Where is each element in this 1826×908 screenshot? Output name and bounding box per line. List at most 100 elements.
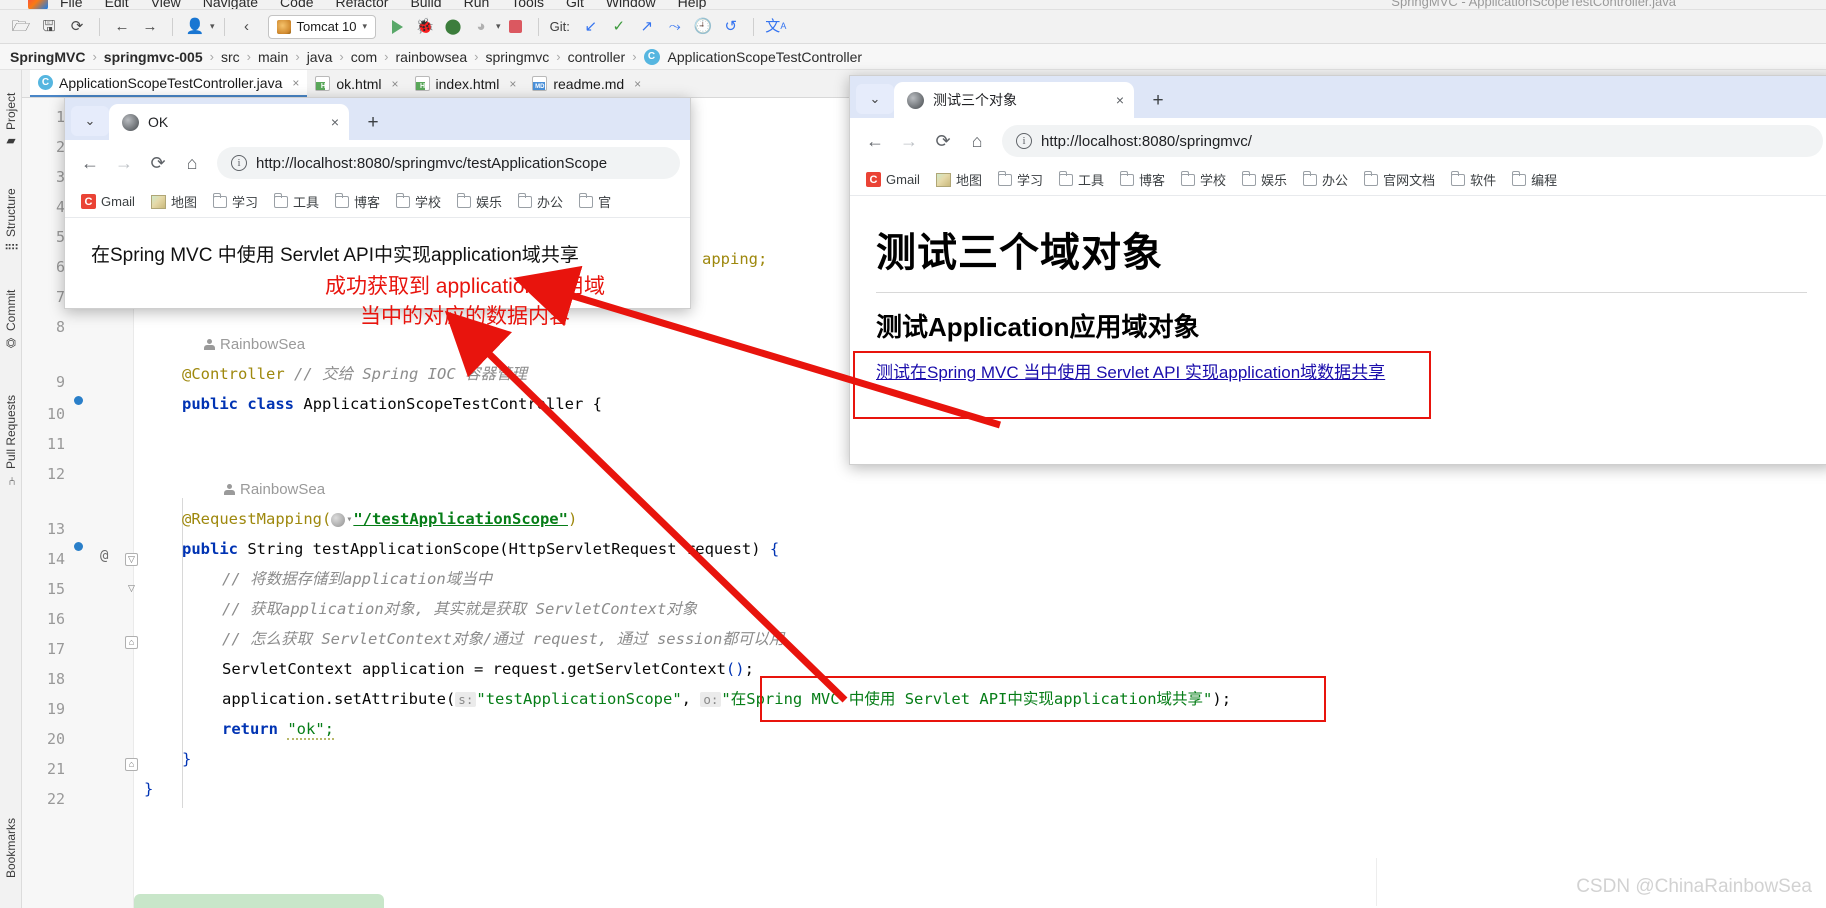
sidebar-item-project[interactable]: ▰ Project	[0, 78, 22, 164]
breadcrumb-item-main[interactable]: main	[258, 49, 288, 65]
editor-tab-ok-html[interactable]: H ok.html ×	[307, 70, 406, 97]
git-rollback-icon[interactable]: ↺	[718, 14, 744, 40]
translate-icon[interactable]: 文A	[763, 14, 789, 40]
run-configuration-selector[interactable]: Tomcat 10 ▾	[267, 14, 377, 39]
navigate-up-icon[interactable]: ‹	[234, 14, 260, 40]
breadcrumb-item-src[interactable]: src	[221, 49, 240, 65]
bookmark-programming[interactable]: 编程	[1506, 167, 1563, 192]
reload-icon[interactable]: ⟳	[928, 126, 958, 156]
menu-view[interactable]: View	[151, 0, 181, 9]
git-history-icon[interactable]: 🕘	[690, 14, 716, 40]
profiler-icon[interactable]: 👤	[182, 14, 208, 40]
editor-tab-readme-md[interactable]: MD readme.md ×	[524, 70, 649, 97]
breadcrumb-item-module[interactable]: springmvc-005	[104, 49, 203, 65]
menu-code[interactable]: Code	[280, 0, 313, 9]
breadcrumb-item-project[interactable]: SpringMVC	[10, 49, 85, 65]
tab-search-chevron-down-icon[interactable]: ⌄	[71, 106, 109, 136]
run-button[interactable]	[384, 14, 410, 40]
bookmark-entertainment[interactable]: 娱乐	[451, 189, 508, 214]
new-tab-button[interactable]: +	[1142, 90, 1174, 112]
git-commit-icon[interactable]: ✓	[606, 14, 632, 40]
profiler-chevron-down-icon[interactable]: ▾	[210, 21, 215, 32]
breadcrumb-item-java[interactable]: java	[307, 49, 333, 65]
bookmark-office[interactable]: 办公	[1297, 167, 1354, 192]
sync-icon[interactable]: ⟳	[64, 14, 90, 40]
forward-icon[interactable]: →	[894, 126, 924, 156]
menu-edit[interactable]: Edit	[105, 0, 129, 9]
bookmark-gmail[interactable]: C Gmail	[860, 169, 926, 190]
bookmark-school[interactable]: 学校	[390, 189, 447, 214]
bookmark-blog[interactable]: 博客	[329, 189, 386, 214]
close-icon[interactable]: ×	[392, 77, 399, 91]
new-tab-button[interactable]: +	[357, 112, 389, 134]
forward-icon[interactable]: →	[137, 14, 163, 40]
run-with-coverage-icon[interactable]: ⬤	[440, 14, 466, 40]
sidebar-item-bookmarks[interactable]: Bookmarks	[0, 794, 22, 902]
sidebar-item-commit[interactable]: ⏣ Commit	[0, 276, 22, 364]
close-icon[interactable]: ×	[1116, 92, 1124, 108]
back-icon[interactable]: ←	[109, 14, 135, 40]
menu-run[interactable]: Run	[464, 0, 490, 9]
home-icon[interactable]: ⌂	[177, 148, 207, 178]
annotation-gutter-icon[interactable]: @	[100, 548, 108, 564]
reload-icon[interactable]: ⟳	[143, 148, 173, 178]
bookmark-school[interactable]: 学校	[1175, 167, 1232, 192]
close-icon[interactable]: ×	[331, 114, 339, 130]
close-icon[interactable]: ×	[509, 77, 516, 91]
close-icon[interactable]: ×	[634, 77, 641, 91]
bookmark-software[interactable]: 软件	[1445, 167, 1502, 192]
sidebar-item-pull-requests[interactable]: ⑂ Pull Requests	[0, 370, 22, 510]
url-inlay-icon[interactable]: ▾	[331, 511, 353, 529]
profile-run-icon[interactable]: ◕	[468, 14, 494, 40]
save-all-icon[interactable]: 🖫	[36, 14, 62, 40]
bookmark-entertainment[interactable]: 娱乐	[1236, 167, 1293, 192]
editor-tab-controller[interactable]: C ApplicationScopeTestController.java ×	[30, 70, 308, 97]
bookmark-blog[interactable]: 博客	[1114, 167, 1171, 192]
breadcrumb-item-class[interactable]: ApplicationScopeTestController	[668, 49, 863, 65]
run-gutter-icon[interactable]	[80, 548, 98, 566]
bookmark-tools[interactable]: 工具	[1053, 167, 1110, 192]
open-project-icon[interactable]: 🗁	[8, 14, 34, 40]
menu-navigate[interactable]: Navigate	[203, 0, 258, 9]
bookmark-gmail[interactable]: C Gmail	[75, 191, 141, 212]
menu-build[interactable]: Build	[410, 0, 441, 9]
menu-file[interactable]: File	[60, 0, 83, 9]
bookmark-maps[interactable]: 地图	[145, 189, 203, 214]
bookmark-maps[interactable]: 地图	[930, 167, 988, 192]
bookmark-official-docs[interactable]: 官网文档	[1358, 167, 1441, 192]
breadcrumb-item-springmvc[interactable]: springmvc	[485, 49, 549, 65]
stop-button[interactable]	[503, 14, 529, 40]
address-bar[interactable]: i http://localhost:8080/springmvc/	[1002, 125, 1823, 157]
menu-refactor[interactable]: Refactor	[336, 0, 389, 9]
tab-search-chevron-down-icon[interactable]: ⌄	[856, 84, 894, 114]
bookmark-office[interactable]: 办公	[512, 189, 569, 214]
breadcrumb-item-com[interactable]: com	[351, 49, 377, 65]
bookmark-study[interactable]: 学习	[207, 189, 264, 214]
address-bar[interactable]: i http://localhost:8080/springmvc/testAp…	[217, 147, 680, 179]
git-update-icon[interactable]: ↙	[578, 14, 604, 40]
back-icon[interactable]: ←	[75, 148, 105, 178]
home-icon[interactable]: ⌂	[962, 126, 992, 156]
forward-icon[interactable]: →	[109, 148, 139, 178]
close-icon[interactable]: ×	[292, 76, 299, 90]
browser-tab-ok[interactable]: OK ×	[109, 104, 349, 140]
menu-tools[interactable]: Tools	[511, 0, 544, 9]
debug-icon[interactable]: 🐞	[412, 14, 438, 40]
run-config-chevron-down-icon[interactable]: ▾	[363, 21, 368, 32]
breadcrumb-item-controller[interactable]: controller	[568, 49, 626, 65]
site-info-icon[interactable]: i	[231, 155, 247, 171]
git-push-icon[interactable]: ↗	[634, 14, 660, 40]
bookmark-study[interactable]: 学习	[992, 167, 1049, 192]
breadcrumb-item-rainbowsea[interactable]: rainbowsea	[396, 49, 468, 65]
menu-help[interactable]: Help	[678, 0, 707, 9]
bookmark-official-docs[interactable]: 官	[573, 189, 617, 214]
run-gutter-icon[interactable]	[80, 402, 98, 420]
menu-window[interactable]: Window	[606, 0, 656, 9]
site-info-icon[interactable]: i	[1016, 133, 1032, 149]
editor-tab-index-html[interactable]: H index.html ×	[407, 70, 525, 97]
git-rebase-icon[interactable]: ⤳	[662, 14, 688, 40]
bookmark-tools[interactable]: 工具	[268, 189, 325, 214]
back-icon[interactable]: ←	[860, 126, 890, 156]
sidebar-item-structure[interactable]: ⣿ Structure	[0, 170, 22, 270]
browser-tab-index[interactable]: 测试三个对象 ×	[894, 82, 1134, 118]
